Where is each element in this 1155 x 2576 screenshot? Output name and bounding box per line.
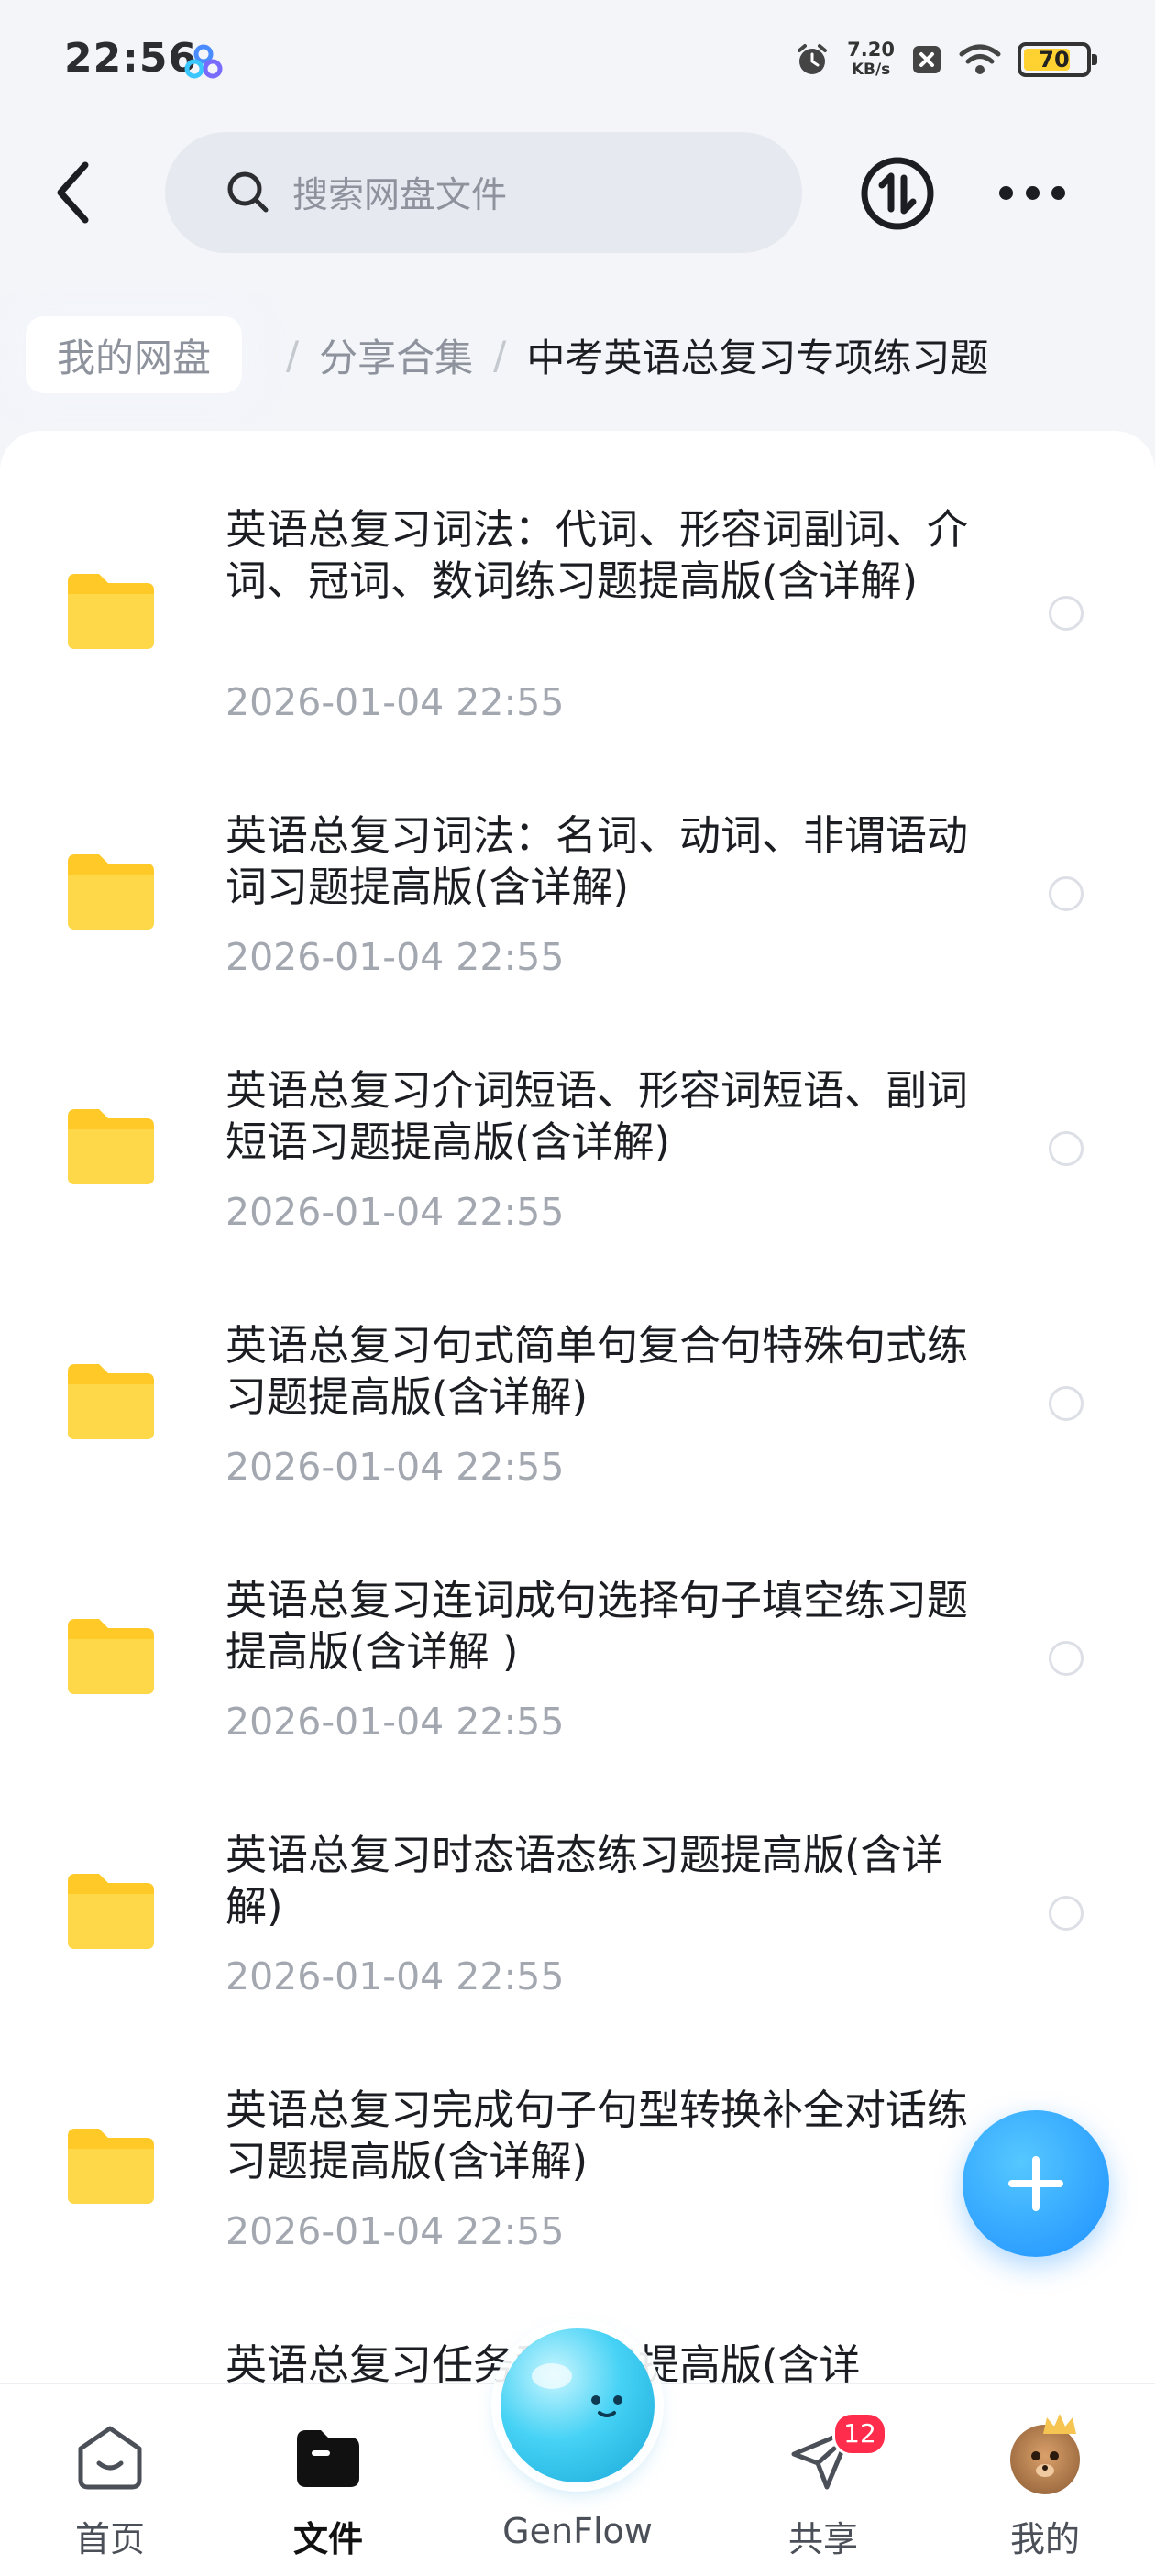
genflow-face [532, 2363, 622, 2417]
battery-icon: 70 [1018, 42, 1097, 77]
top-header: 搜索网盘文件 [0, 119, 1155, 266]
net-speed-value: 7.20 [847, 39, 895, 61]
file-title: 英语总复习词法：名词、动词、非谓语动词习题提高版(含详解) [226, 811, 969, 911]
file-title: 英语总复习完成句子句型转换补全对话练习题提高版(含详解) [226, 2086, 969, 2185]
search-placeholder: 搜索网盘文件 [292, 175, 508, 216]
folder-tab-icon [297, 2430, 359, 2487]
tab-home-label: 首页 [74, 2519, 145, 2559]
file-date: 2026-01-04 22:55 [226, 680, 565, 724]
battery-level: 70 [1039, 47, 1070, 72]
tab-share[interactable]: 12 共享 [741, 2412, 906, 2559]
genflow-mascot-icon[interactable] [500, 2328, 654, 2482]
breadcrumb-current-folder: 中考英语总复习专项练习题 [526, 335, 989, 380]
avatar [1010, 2414, 1080, 2494]
file-date: 2026-01-04 22:55 [226, 1445, 565, 1489]
sim-off-icon [913, 46, 940, 73]
file-date: 2026-01-04 22:55 [226, 2209, 565, 2253]
folder-icon [68, 1874, 154, 1949]
transfer-icon[interactable] [860, 156, 935, 231]
file-list: 英语总复习词法：代词、形容词副词、介词、冠词、数词练习题提高版(含详解) 202… [0, 431, 1155, 2576]
file-date: 2026-01-04 22:55 [226, 935, 565, 979]
folder-icon [68, 1109, 154, 1184]
net-speed-unit: KB/s [851, 61, 891, 79]
file-title: 英语总复习时态语态练习题提高版(含详解) [226, 1831, 943, 1931]
folder-icon [68, 2129, 154, 2204]
tab-files[interactable]: 文件 [246, 2412, 411, 2559]
select-radio[interactable] [1049, 1896, 1084, 1931]
file-title: 英语总复习词法：代词、形容词副词、介词、冠词、数词练习题提高版(含详解) [226, 505, 969, 605]
select-radio[interactable] [1049, 1641, 1084, 1676]
tab-files-label: 文件 [292, 2519, 363, 2559]
tab-mine[interactable]: 我的 [962, 2412, 1128, 2559]
folder-icon [68, 574, 154, 649]
add-button[interactable] [962, 2110, 1109, 2257]
tab-home[interactable]: 首页 [28, 2412, 192, 2559]
tab-genflow-label: GenFlow [502, 2511, 653, 2551]
back-arrow-icon[interactable] [44, 156, 108, 229]
cloud-app-icon [184, 44, 223, 79]
select-radio[interactable] [1049, 1386, 1084, 1421]
tab-share-label: 共享 [787, 2519, 858, 2559]
select-radio[interactable] [1049, 876, 1084, 911]
share-badge: 12 [832, 2412, 887, 2456]
net-speed: 7.20 KB/s [847, 39, 895, 80]
tab-mine-label: 我的 [1009, 2519, 1080, 2559]
status-bar: 22:56 7.20 KB/s 70 [0, 0, 1155, 119]
search-icon [227, 171, 269, 213]
file-date: 2026-01-04 22:55 [226, 1700, 565, 1744]
folder-icon [68, 1619, 154, 1694]
select-radio[interactable] [1049, 596, 1084, 631]
search-bar[interactable]: 搜索网盘文件 [165, 132, 802, 253]
folder-icon [68, 1364, 154, 1439]
status-time: 22:56 [64, 35, 198, 82]
alarm-icon [798, 44, 828, 74]
file-date: 2026-01-04 22:55 [226, 1954, 565, 1998]
breadcrumb-my-drive[interactable]: 我的网盘 [26, 316, 243, 393]
wifi-icon [959, 44, 1001, 74]
more-icon[interactable] [999, 174, 1065, 211]
file-title: 英语总复习句式简单句复合句特殊句式练习题提高版(含详解) [226, 1321, 969, 1421]
select-radio[interactable] [1049, 1131, 1084, 1166]
file-date: 2026-01-04 22:55 [226, 1190, 565, 1234]
breadcrumb: / 分享合集 / 中考英语总复习专项练习题 我的网盘 [0, 293, 1155, 422]
pet-face-icon [1031, 2451, 1059, 2477]
breadcrumb-share-collection[interactable]: 分享合集 [319, 327, 473, 383]
folder-icon [68, 854, 154, 930]
home-icon [78, 2426, 142, 2490]
breadcrumb-trail: / 分享合集 / 中考英语总复习专项练习题 [266, 316, 988, 393]
file-title: 英语总复习介词短语、形容词短语、副词短语习题提高版(含详解) [226, 1066, 969, 1166]
file-title: 英语总复习连词成句选择句子填空练习题提高版(含详解 ) [226, 1576, 969, 1676]
status-right-group: 7.20 KB/s 70 [794, 37, 1097, 83]
